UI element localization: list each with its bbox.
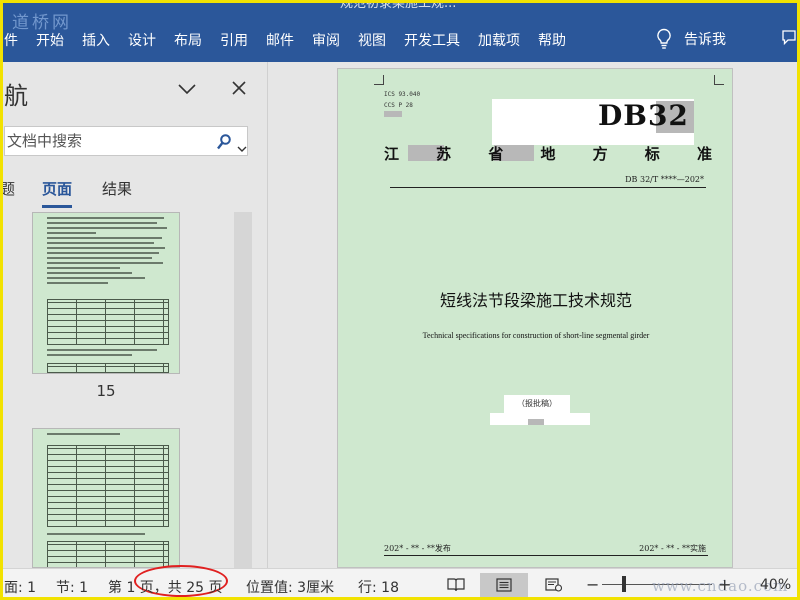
redaction-block xyxy=(384,111,402,117)
nav-tabs: 题 页面 结果 xyxy=(0,178,260,208)
thumbnail-text xyxy=(47,433,169,438)
nav-pane-title: 航 xyxy=(4,82,28,110)
status-section[interactable]: 节: 1 xyxy=(56,577,88,597)
web-layout-icon xyxy=(545,578,563,592)
nav-scrollbar[interactable] xyxy=(234,212,252,568)
status-bar: 面: 1 节: 1 第 1 页，共 25 页 位置值: 3厘米 行: 18 − … xyxy=(0,565,800,600)
navigation-pane: 航 题 页面 结果 xyxy=(0,62,268,568)
draft-status-label: （报批稿） xyxy=(504,395,570,413)
page-layout-icon xyxy=(496,578,512,592)
classification-codes: ICS 93.040 CCS P 28 xyxy=(384,89,420,111)
redaction-block xyxy=(528,419,544,425)
close-icon xyxy=(232,81,246,95)
zoom-in-button[interactable]: + xyxy=(718,575,731,594)
active-tab-indicator xyxy=(42,205,73,208)
menu-layout[interactable]: 布局 xyxy=(165,30,211,50)
status-position[interactable]: 位置值: 3厘米 xyxy=(246,577,334,597)
menu-references[interactable]: 引用 xyxy=(211,30,257,50)
book-icon xyxy=(447,578,465,592)
province-char: 标 xyxy=(644,145,660,163)
thumbnail-table xyxy=(47,363,169,373)
ics-code: ICS 93.040 xyxy=(384,91,421,98)
province-char: 苏 xyxy=(436,145,452,163)
province-char: 江 xyxy=(384,145,400,163)
menu-design[interactable]: 设计 xyxy=(119,30,165,50)
page-corner-mark xyxy=(374,75,384,85)
ccs-code: CCS P 28 xyxy=(384,102,413,109)
nav-options-button[interactable] xyxy=(178,80,196,99)
zoom-out-button[interactable]: − xyxy=(586,575,599,594)
web-layout-button[interactable] xyxy=(530,573,578,597)
zoom-slider-thumb[interactable] xyxy=(622,576,626,592)
standard-prefix: DB32 xyxy=(598,99,689,132)
status-line[interactable]: 行: 18 xyxy=(358,577,399,597)
nav-search-input[interactable] xyxy=(5,127,205,155)
ribbon-menu: 件 开始 插入 设计 布局 引用 邮件 审阅 视图 开发工具 加载项 帮助 xyxy=(0,28,575,52)
province-char: 地 xyxy=(540,145,556,163)
status-page-count[interactable]: 第 1 页，共 25 页 xyxy=(108,577,223,597)
thumbnail-text xyxy=(47,217,169,287)
page-thumbnail[interactable] xyxy=(32,428,180,568)
footer-rule xyxy=(384,555,708,556)
implement-date: 202* - ** - **实施 xyxy=(639,544,706,553)
thumbnail-page-number: 15 xyxy=(96,382,116,400)
search-options-chevron-icon[interactable] xyxy=(237,138,247,157)
standard-number: DB 32/T ****—202* xyxy=(625,175,704,184)
thumbnail-table xyxy=(47,541,169,567)
menu-review[interactable]: 审阅 xyxy=(303,30,349,50)
menu-developer[interactable]: 开发工具 xyxy=(395,30,469,50)
page-thumbnail[interactable] xyxy=(32,212,180,374)
tab-results[interactable]: 结果 xyxy=(102,178,132,199)
menu-insert[interactable]: 插入 xyxy=(73,30,119,50)
search-icon[interactable] xyxy=(217,134,231,154)
menu-addins[interactable]: 加载项 xyxy=(469,30,529,50)
tell-me-label: 告诉我 xyxy=(684,32,726,48)
menu-view[interactable]: 视图 xyxy=(349,30,395,50)
publish-date: 202* - ** - **发布 xyxy=(384,544,451,553)
read-mode-button[interactable] xyxy=(432,573,480,597)
ribbon: 道桥网 规范初录梁施工规... 件 开始 插入 设计 布局 引用 邮件 审阅 视… xyxy=(0,0,800,62)
zoom-level[interactable]: 40% xyxy=(760,577,791,593)
tab-headings[interactable]: 题 xyxy=(0,178,15,199)
province-char: 方 xyxy=(592,145,608,163)
province-char: 准 xyxy=(696,145,712,163)
document-title: 规范初录梁施工规... xyxy=(340,0,457,11)
page-corner-mark xyxy=(714,75,724,85)
header-rule xyxy=(390,187,706,188)
thumbnail-text xyxy=(47,533,169,538)
menu-file[interactable]: 件 xyxy=(0,30,27,50)
chevron-down-icon xyxy=(178,84,196,95)
document-title-cn: 短线法节段梁施工技术规范 xyxy=(439,291,632,310)
menu-mailings[interactable]: 邮件 xyxy=(257,30,303,50)
nav-search-box xyxy=(4,126,248,156)
province-char: 省 xyxy=(488,145,504,163)
tab-pages-label: 页面 xyxy=(42,180,73,198)
menu-home[interactable]: 开始 xyxy=(27,30,73,50)
province-heading: 江 苏 省 地 方 标 准 xyxy=(384,143,712,164)
document-area: ICS 93.040 CCS P 28 DB32 江 苏 省 地 方 标 准 D… xyxy=(269,62,800,568)
nav-scrollbar-thumb[interactable] xyxy=(234,212,252,568)
lightbulb-icon xyxy=(657,28,671,49)
thumbnail-text xyxy=(47,349,169,359)
comment-icon xyxy=(782,30,796,46)
comments-button[interactable] xyxy=(782,30,796,50)
document-page[interactable]: ICS 93.040 CCS P 28 DB32 江 苏 省 地 方 标 准 D… xyxy=(337,68,733,568)
thumbnail-table xyxy=(47,299,169,345)
thumbnail-table xyxy=(47,445,169,527)
print-layout-button[interactable] xyxy=(480,573,528,597)
nav-close-button[interactable] xyxy=(232,80,246,99)
menu-help[interactable]: 帮助 xyxy=(529,30,575,50)
status-page[interactable]: 面: 1 xyxy=(4,577,36,597)
document-title-en: Technical specifications for constructio… xyxy=(422,331,650,340)
tab-pages[interactable]: 页面 xyxy=(42,178,73,208)
tell-me-search[interactable]: 告诉我 xyxy=(656,28,726,50)
